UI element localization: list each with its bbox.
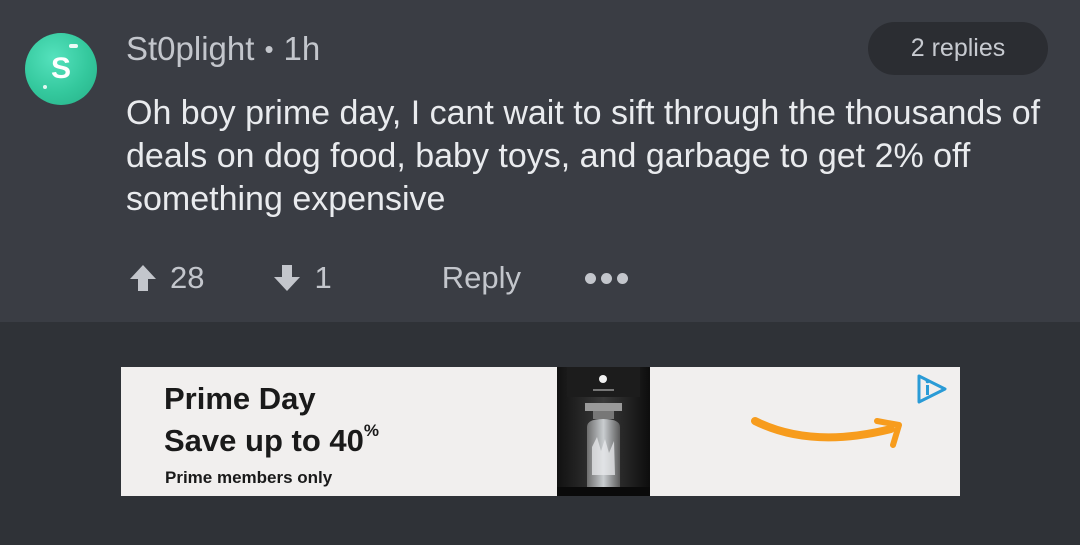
ad-subtitle: Save up to 40% (164, 421, 379, 459)
upvote-button[interactable]: 28 (128, 260, 204, 296)
avatar-letter: S (50, 52, 71, 85)
more-dot (601, 272, 612, 284)
comment-actions: 28 1 Reply (128, 256, 628, 300)
downvote-button[interactable]: 1 (272, 260, 332, 296)
ad-note: Prime members only (165, 468, 333, 487)
comment-meta: St0plight • 1h (126, 28, 320, 70)
comment-time: 1h (283, 30, 321, 67)
avatar[interactable]: S (25, 33, 97, 105)
upvote-arrow-icon (130, 265, 156, 291)
downvote-count: 1 (314, 260, 332, 295)
reply-button[interactable]: Reply (442, 260, 521, 296)
amazon-smile-icon (751, 417, 902, 448)
meta-separator: • (264, 33, 274, 64)
adchoices-icon[interactable] (911, 373, 951, 405)
ad-banner[interactable]: Prime Day Save up to 40% Prime members o… (121, 367, 960, 496)
ad-title: Prime Day (164, 381, 316, 416)
more-dot (585, 272, 596, 284)
comment-card: S St0plight • 1h 2 replies Oh boy prime … (0, 0, 1080, 322)
ad-subtitle-text: Save up to 40 (164, 423, 364, 458)
more-options-icon[interactable] (585, 272, 628, 284)
more-dot (617, 272, 628, 284)
upvote-count: 28 (170, 260, 205, 295)
replies-button[interactable]: 2 replies (868, 22, 1048, 75)
downvote-arrow-icon (274, 265, 301, 291)
ad-subtitle-suffix: % (363, 421, 379, 440)
soda-maker-image (557, 367, 650, 496)
comment-body: Oh boy prime day, I cant wait to sift th… (126, 94, 1041, 218)
username[interactable]: St0plight (126, 30, 254, 68)
